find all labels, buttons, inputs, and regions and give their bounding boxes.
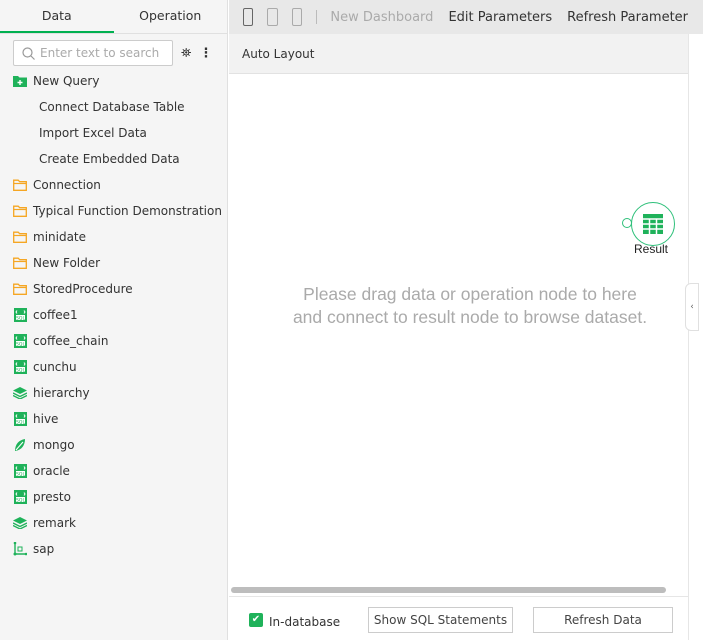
tree-item[interactable]: SQL coffee_chain bbox=[0, 328, 227, 354]
search-box bbox=[13, 40, 173, 66]
sql-icon: SQL bbox=[13, 412, 27, 426]
tree-item-label: presto bbox=[33, 490, 71, 504]
folder-icon bbox=[13, 204, 27, 218]
tree-item[interactable]: SQL oracle bbox=[0, 458, 227, 484]
tree-item-label: New Folder bbox=[33, 256, 101, 270]
horizontal-scrollbar[interactable] bbox=[231, 587, 666, 593]
sql-icon: SQL bbox=[13, 490, 27, 504]
svg-text:SQL: SQL bbox=[16, 315, 25, 321]
edit-parameters-button[interactable]: Edit Parameters bbox=[448, 10, 552, 25]
tree-item[interactable]: mongo bbox=[0, 432, 227, 458]
tree-item-label: minidate bbox=[33, 230, 87, 244]
tree-item-label: cunchu bbox=[33, 360, 77, 374]
tree-item[interactable]: remark bbox=[0, 510, 227, 536]
folder-add-icon bbox=[13, 74, 27, 88]
tree-item-label: Typical Function Demonstration bbox=[33, 204, 222, 218]
show-sql-button[interactable]: Show SQL Statements bbox=[368, 607, 513, 633]
tree-item[interactable]: New Query bbox=[0, 68, 227, 94]
tree-item-label: Connection bbox=[33, 178, 101, 192]
layers-icon bbox=[13, 516, 27, 530]
result-node[interactable] bbox=[631, 202, 675, 246]
tree-item[interactable]: Import Excel Data bbox=[0, 120, 227, 146]
tree-item[interactable]: hierarchy bbox=[0, 380, 227, 406]
table-icon bbox=[643, 214, 663, 234]
new-dashboard-button[interactable]: New Dashboard bbox=[330, 10, 433, 25]
sql-icon: SQL bbox=[13, 360, 27, 374]
tree-item-label: Create Embedded Data bbox=[39, 152, 180, 166]
canvas-hint: Please drag data or operation node to he… bbox=[292, 284, 648, 327]
in-database-label: In-database bbox=[269, 615, 341, 629]
tree-item-label: coffee_chain bbox=[33, 334, 109, 348]
tree-item-label: coffee1 bbox=[33, 308, 78, 322]
tree-filter-icon[interactable]: ⛯ bbox=[181, 46, 191, 61]
tree-item-label: StoredProcedure bbox=[33, 282, 133, 296]
tree-item[interactable]: minidate bbox=[0, 224, 227, 250]
tree-item-label: Connect Database Table bbox=[39, 100, 185, 114]
refresh-parameter-button[interactable]: Refresh Parameter bbox=[567, 10, 688, 25]
save-icon[interactable] bbox=[267, 8, 278, 26]
leaf-icon bbox=[13, 438, 27, 452]
svg-text:SQL: SQL bbox=[16, 497, 25, 503]
tree-item[interactable]: SQL presto bbox=[0, 484, 227, 510]
sql-icon: SQL bbox=[13, 464, 27, 478]
toolbar: New Dashboard Edit Parameters Refresh Pa… bbox=[229, 0, 703, 34]
folder-icon bbox=[13, 178, 27, 192]
in-database-checkbox[interactable]: ✔ bbox=[249, 613, 263, 627]
canvas[interactable]: Please drag data or operation node to he… bbox=[229, 75, 688, 595]
auto-layout-label[interactable]: Auto Layout bbox=[229, 34, 688, 74]
cube-axis-icon bbox=[13, 542, 27, 556]
sidebar: Data Operation ⛯ ⋮ New Query Connect Data… bbox=[0, 0, 228, 640]
tree-item[interactable]: SQL coffee1 bbox=[0, 302, 227, 328]
divider bbox=[315, 10, 317, 24]
tree-item-label: hive bbox=[33, 412, 59, 426]
svg-text:SQL: SQL bbox=[16, 471, 25, 477]
more-menu-icon[interactable]: ⋮ bbox=[199, 46, 212, 61]
new-query-icon[interactable] bbox=[243, 8, 254, 26]
collapse-panel-button[interactable]: ‹ bbox=[685, 283, 699, 331]
folder-icon bbox=[13, 282, 27, 296]
search-input[interactable] bbox=[40, 46, 170, 60]
folder-icon bbox=[13, 230, 27, 244]
tree-item[interactable]: sap bbox=[0, 536, 227, 562]
refresh-data-button[interactable]: Refresh Data bbox=[533, 607, 673, 633]
tree-item-label: hierarchy bbox=[33, 386, 90, 400]
tab-operation[interactable]: Operation bbox=[114, 0, 228, 33]
svg-text:SQL: SQL bbox=[16, 419, 25, 425]
tree-item[interactable]: SQL hive bbox=[0, 406, 227, 432]
search-icon bbox=[22, 46, 35, 60]
right-panel bbox=[688, 34, 703, 640]
tree-item[interactable]: Connection bbox=[0, 172, 227, 198]
tree-item[interactable]: Connect Database Table bbox=[0, 94, 227, 120]
tree-item[interactable]: New Folder bbox=[0, 250, 227, 276]
tree-item-label: New Query bbox=[33, 74, 100, 88]
tree-item-label: mongo bbox=[33, 438, 75, 452]
folder-icon bbox=[13, 256, 27, 270]
layers-icon bbox=[13, 386, 27, 400]
bottom-bar: ✔ In-database Show SQL Statements Refres… bbox=[229, 596, 688, 640]
tree-item-label: oracle bbox=[33, 464, 70, 478]
save-as-icon[interactable] bbox=[291, 8, 302, 26]
tab-data[interactable]: Data bbox=[0, 0, 114, 33]
svg-text:SQL: SQL bbox=[16, 341, 25, 347]
tree-item-label: remark bbox=[33, 516, 76, 530]
data-tree: New Query Connect Database Table Import Ex… bbox=[0, 68, 227, 562]
tree-item[interactable]: StoredProcedure bbox=[0, 276, 227, 302]
sql-icon: SQL bbox=[13, 334, 27, 348]
svg-text:SQL: SQL bbox=[16, 367, 25, 373]
tree-item[interactable]: SQL cunchu bbox=[0, 354, 227, 380]
tree-item-label: sap bbox=[33, 542, 55, 556]
tree-item[interactable]: Typical Function Demonstration bbox=[0, 198, 227, 224]
result-node-label: Result bbox=[633, 242, 668, 256]
tree-item[interactable]: Create Embedded Data bbox=[0, 146, 227, 172]
tree-item-label: Import Excel Data bbox=[39, 126, 147, 140]
sql-icon: SQL bbox=[13, 308, 27, 322]
